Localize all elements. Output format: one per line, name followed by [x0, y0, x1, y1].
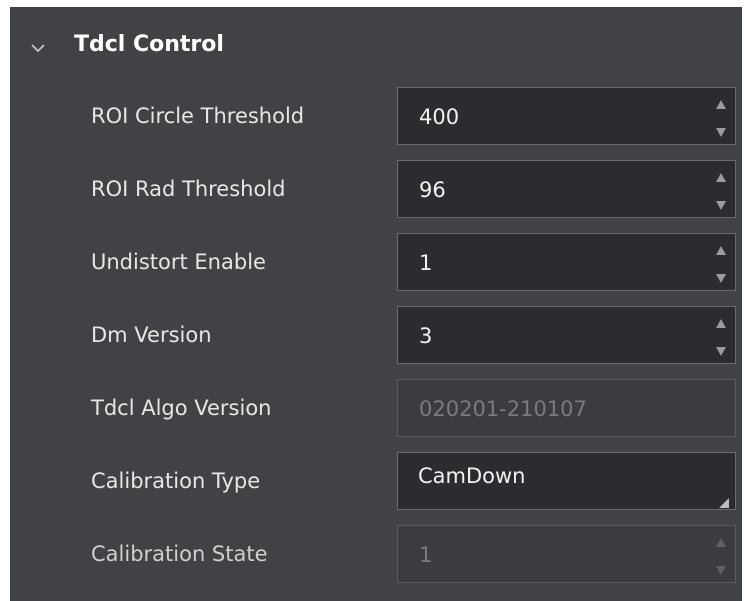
combo-dropdown-icon[interactable] — [719, 493, 729, 508]
property-label-roi-rad-threshold: ROI Rad Threshold — [91, 177, 286, 201]
spin-up-arrow-icon[interactable] — [714, 95, 728, 109]
property-row-roi-circle-threshold: ROI Circle Threshold 400 — [10, 87, 742, 149]
property-label-tdcl-algo-version: Tdcl Algo Version — [91, 396, 272, 420]
property-row-roi-rad-threshold: ROI Rad Threshold 96 — [10, 160, 742, 222]
tdcl-algo-version-field: 020201-210107 — [397, 379, 736, 437]
spin-down-arrow-icon[interactable] — [714, 197, 728, 210]
undistort-enable-value[interactable]: 1 — [419, 248, 432, 278]
dm-version-spinbox[interactable]: 3 — [397, 306, 736, 364]
chevron-down-icon[interactable] — [30, 39, 46, 53]
spin-down-arrow-icon — [714, 562, 728, 575]
spin-up-arrow-icon[interactable] — [714, 168, 728, 182]
section-title: Tdcl Control — [74, 32, 224, 57]
property-row-calibration-type: Calibration Type CamDown — [10, 452, 742, 514]
calibration-type-value[interactable]: CamDown — [418, 461, 526, 491]
undistort-enable-spinbox[interactable]: 1 — [397, 233, 736, 291]
roi-circle-threshold-spinbox[interactable]: 400 — [397, 87, 736, 145]
property-label-calibration-type: Calibration Type — [91, 469, 261, 493]
property-label-roi-circle-threshold: ROI Circle Threshold — [91, 104, 305, 128]
roi-rad-threshold-spinbox[interactable]: 96 — [397, 160, 736, 218]
calibration-state-value: 1 — [419, 543, 433, 567]
dm-version-value[interactable]: 3 — [419, 321, 432, 351]
spin-up-arrow-icon[interactable] — [714, 314, 728, 328]
property-row-dm-version: Dm Version 3 — [10, 306, 742, 368]
property-row-undistort-enable: Undistort Enable 1 — [10, 233, 742, 295]
tdcl-algo-version-value: 020201-210107 — [419, 397, 587, 421]
spin-up-arrow-icon[interactable] — [714, 241, 728, 255]
calibration-type-combobox[interactable]: CamDown — [397, 452, 736, 510]
property-label-dm-version: Dm Version — [91, 323, 212, 347]
property-row-tdcl-algo-version: Tdcl Algo Version 020201-210107 — [10, 379, 742, 441]
spin-down-arrow-icon[interactable] — [714, 124, 728, 137]
property-panel: Tdcl Control ROI Circle Threshold 400 RO… — [10, 7, 742, 601]
property-label-calibration-state: Calibration State — [91, 542, 268, 566]
property-row-calibration-state: Calibration State 1 — [10, 525, 742, 587]
roi-rad-threshold-value[interactable]: 96 — [419, 175, 446, 205]
roi-circle-threshold-value[interactable]: 400 — [419, 102, 459, 132]
spin-down-arrow-icon[interactable] — [714, 270, 728, 283]
property-label-undistort-enable: Undistort Enable — [91, 250, 266, 274]
spin-down-arrow-icon[interactable] — [714, 343, 728, 356]
calibration-state-spinbox: 1 — [397, 525, 736, 583]
tdcl-control-section-header[interactable]: Tdcl Control — [10, 7, 742, 83]
spin-up-arrow-icon — [714, 533, 728, 547]
